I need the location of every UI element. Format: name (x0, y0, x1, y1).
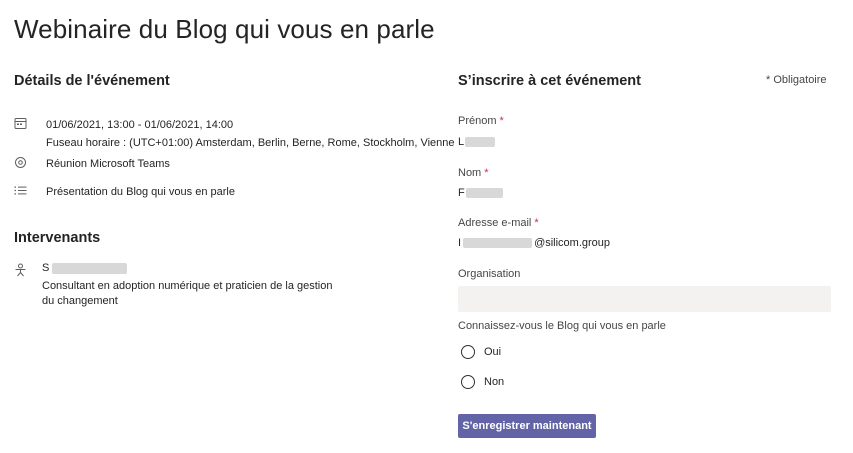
required-marker: * (484, 167, 489, 179)
event-description-row: Présentation du Blog qui vous en parle (14, 183, 235, 201)
register-now-button[interactable]: S'enregistrer maintenant (458, 414, 596, 438)
event-date-range: 01/06/2021, 13:00 - 01/06/2021, 14:00 (46, 119, 234, 131)
required-marker: * (534, 217, 539, 229)
location-pin-icon (14, 156, 27, 169)
event-date-row: 01/06/2021, 13:00 - 01/06/2021, 14:00 Fu… (14, 116, 455, 152)
event-location-row: Réunion Microsoft Teams (14, 155, 170, 173)
email-domain: @silicom.group (534, 237, 611, 249)
event-description: Présentation du Blog qui vous en parle (46, 186, 235, 198)
speaker-bio: Consultant en adoption numérique et prat… (42, 280, 333, 307)
email-field[interactable]: I @silicom.group (458, 236, 610, 250)
last-name-label: Nom * (458, 167, 489, 179)
radio-option-non[interactable]: Non (461, 375, 504, 389)
email-label: Adresse e-mail * (458, 217, 539, 229)
organisation-label: Organisation (458, 268, 521, 280)
redacted-block (52, 262, 128, 274)
radio-circle-icon[interactable] (461, 375, 475, 389)
redacted-block (465, 188, 503, 198)
first-name-field[interactable]: L (458, 135, 496, 149)
organisation-input[interactable] (458, 286, 831, 312)
redacted-block (463, 238, 533, 248)
radio-option-oui[interactable]: Oui (461, 345, 501, 359)
event-details-title: Détails de l'événement (14, 73, 170, 89)
registration-title: S’inscrire à cet événement (458, 73, 641, 89)
question-label: Connaissez-vous le Blog qui vous en parl… (458, 320, 666, 332)
event-location: Réunion Microsoft Teams (46, 158, 170, 170)
speaker-name: S (42, 261, 342, 275)
required-note: * Obligatoire (766, 74, 827, 86)
required-marker: * (499, 115, 504, 127)
radio-circle-icon[interactable] (461, 345, 475, 359)
radio-label: Non (484, 376, 505, 388)
redacted-block (465, 137, 496, 147)
first-name-label: Prénom * (458, 115, 504, 127)
radio-label: Oui (484, 346, 502, 358)
last-name-field[interactable]: F (458, 186, 503, 200)
speakers-title: Intervenants (14, 230, 101, 246)
person-icon (14, 263, 27, 277)
calendar-icon (14, 117, 27, 130)
list-icon (14, 184, 27, 197)
event-timezone: Fuseau horaire : (UTC+01:00) Amsterdam, … (46, 137, 455, 149)
page-title: Webinaire du Blog qui vous en parle (14, 14, 435, 44)
speaker-item: S Consultant en adoption numérique et pr… (14, 261, 342, 309)
